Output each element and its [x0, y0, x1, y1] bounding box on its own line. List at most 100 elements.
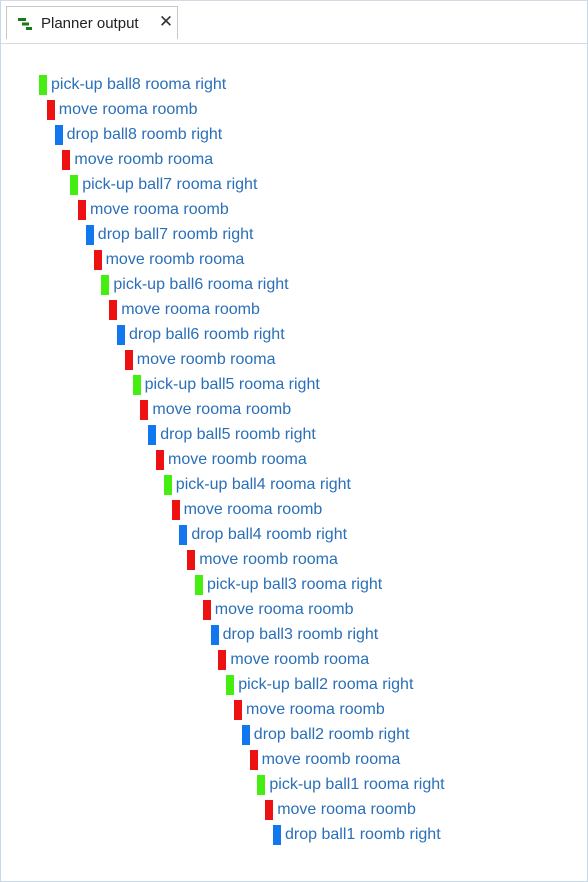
gantt-chart-icon	[18, 18, 32, 30]
plan-step-label: drop ball2 roomb right	[253, 726, 410, 743]
move-marker	[265, 800, 274, 820]
plan-step[interactable]: move roomb rooma	[249, 750, 401, 770]
plan-step-label: move rooma roomb	[183, 501, 323, 518]
plan-step-label: move roomb rooma	[74, 151, 214, 168]
plan-step-label: drop ball5 roomb right	[160, 426, 316, 443]
move-marker	[93, 250, 102, 270]
plan-step-label: pick-up ball2 rooma right	[238, 676, 414, 693]
plan-step[interactable]: drop ball8 roomb right	[54, 125, 223, 145]
plan-step[interactable]: move rooma roomb	[78, 200, 229, 220]
plan-step[interactable]: move rooma roomb	[202, 600, 354, 620]
plan-step-label: drop ball8 roomb right	[66, 126, 223, 143]
move-marker	[202, 600, 211, 620]
move-marker	[234, 700, 242, 720]
plan-step-label: move roomb rooma	[261, 751, 401, 768]
plan-step[interactable]: move rooma roomb	[265, 800, 416, 820]
plan-step-label: move rooma roomb	[58, 101, 198, 118]
pick-up-marker	[101, 275, 110, 295]
plan-step-label: drop ball7 roomb right	[97, 226, 254, 243]
plan-step[interactable]: move rooma roomb	[46, 100, 198, 120]
plan-step[interactable]: drop ball2 roomb right	[241, 725, 410, 745]
drop-marker	[210, 625, 219, 645]
plan-step-label: move rooma roomb	[246, 701, 385, 718]
plan-step[interactable]: pick-up ball2 rooma right	[226, 675, 413, 695]
plan-step[interactable]: drop ball3 roomb right	[210, 625, 379, 645]
move-marker	[124, 350, 133, 370]
plan-step-label: drop ball6 roomb right	[129, 326, 285, 343]
plan-step[interactable]: pick-up ball7 rooma right	[70, 175, 257, 195]
plan-step-label: pick-up ball6 rooma right	[113, 276, 289, 293]
planner-output-view: Planner output ✕ pick-up ball8 rooma rig…	[0, 0, 588, 882]
move-marker	[109, 300, 118, 320]
plan-step[interactable]: move rooma roomb	[234, 700, 385, 720]
plan-step-label: move rooma roomb	[214, 601, 354, 618]
move-marker	[187, 550, 196, 570]
pick-up-marker	[70, 175, 79, 195]
plan-step-label: move rooma roomb	[121, 301, 260, 318]
plan-step[interactable]: move roomb rooma	[93, 250, 245, 270]
plan-step[interactable]: pick-up ball5 rooma right	[132, 375, 320, 395]
plan-step-label: move roomb rooma	[136, 351, 276, 368]
plan-step[interactable]: pick-up ball6 rooma right	[101, 275, 289, 295]
plan-step-label: pick-up ball4 rooma right	[175, 476, 351, 493]
pick-up-marker	[132, 375, 141, 395]
plan-step-label: move rooma roomb	[152, 401, 292, 418]
drop-marker	[85, 225, 94, 245]
plan-step-label: pick-up ball3 rooma right	[207, 576, 383, 593]
tab-planner-output[interactable]: Planner output ✕	[6, 6, 178, 39]
plan-step-label: drop ball1 roomb right	[285, 826, 441, 843]
drop-marker	[117, 325, 125, 345]
plan-step[interactable]: move rooma roomb	[171, 500, 323, 520]
plan-step[interactable]: pick-up ball4 rooma right	[163, 475, 351, 495]
plan-step-label: move rooma roomb	[277, 801, 416, 818]
plan-step[interactable]: move rooma roomb	[109, 300, 260, 320]
plan-steps-list: pick-up ball8 rooma right move rooma room…	[1, 44, 587, 880]
plan-step[interactable]: move roomb rooma	[187, 550, 338, 570]
plan-step-label: pick-up ball5 rooma right	[144, 376, 320, 393]
drop-marker	[54, 125, 63, 145]
plan-step-label: pick-up ball8 rooma right	[51, 76, 227, 93]
plan-step[interactable]: pick-up ball3 rooma right	[195, 575, 382, 595]
tab-bar: Planner output ✕	[1, 0, 587, 44]
plan-step[interactable]: move rooma roomb	[140, 400, 291, 420]
plan-step-label: move roomb rooma	[168, 451, 307, 468]
close-icon[interactable]: ✕	[158, 13, 174, 31]
pick-up-marker	[226, 675, 235, 695]
plan-step[interactable]: move roomb rooma	[124, 350, 276, 370]
drop-marker	[148, 425, 157, 445]
move-marker	[62, 150, 71, 170]
pick-up-marker	[195, 575, 203, 595]
move-marker	[46, 100, 55, 120]
pick-up-marker	[257, 775, 266, 795]
drop-marker	[273, 825, 281, 845]
plan-step[interactable]: drop ball6 roomb right	[117, 325, 285, 345]
move-marker	[78, 200, 86, 220]
plan-step-label: move roomb rooma	[199, 551, 338, 568]
pick-up-marker	[163, 475, 172, 495]
move-marker	[140, 400, 149, 420]
plan-step-label: move roomb rooma	[230, 651, 370, 668]
plan-step[interactable]: move roomb rooma	[62, 150, 213, 170]
move-marker	[249, 750, 258, 770]
move-marker	[171, 500, 180, 520]
plan-step[interactable]: move roomb rooma	[156, 450, 307, 470]
plan-step[interactable]: pick-up ball1 rooma right	[257, 775, 445, 795]
plan-step[interactable]: drop ball4 roomb right	[179, 525, 347, 545]
plan-step[interactable]: drop ball5 roomb right	[148, 425, 316, 445]
plan-step-label: move roomb rooma	[105, 251, 245, 268]
plan-step[interactable]: drop ball1 roomb right	[273, 825, 441, 845]
drop-marker	[241, 725, 250, 745]
plan-step-label: drop ball3 roomb right	[222, 626, 379, 643]
move-marker	[218, 650, 227, 670]
plan-step-label: drop ball4 roomb right	[191, 526, 348, 543]
plan-step[interactable]: move roomb rooma	[218, 650, 369, 670]
plan-step-label: pick-up ball7 rooma right	[82, 176, 258, 193]
pick-up-marker	[39, 75, 47, 95]
drop-marker	[179, 525, 188, 545]
tab-title: Planner output	[41, 15, 139, 32]
plan-step-label: pick-up ball1 rooma right	[269, 776, 445, 793]
plan-step[interactable]: pick-up ball8 rooma right	[39, 75, 226, 95]
move-marker	[156, 450, 164, 470]
plan-step[interactable]: drop ball7 roomb right	[85, 225, 254, 245]
plan-step-label: move rooma roomb	[90, 201, 229, 218]
